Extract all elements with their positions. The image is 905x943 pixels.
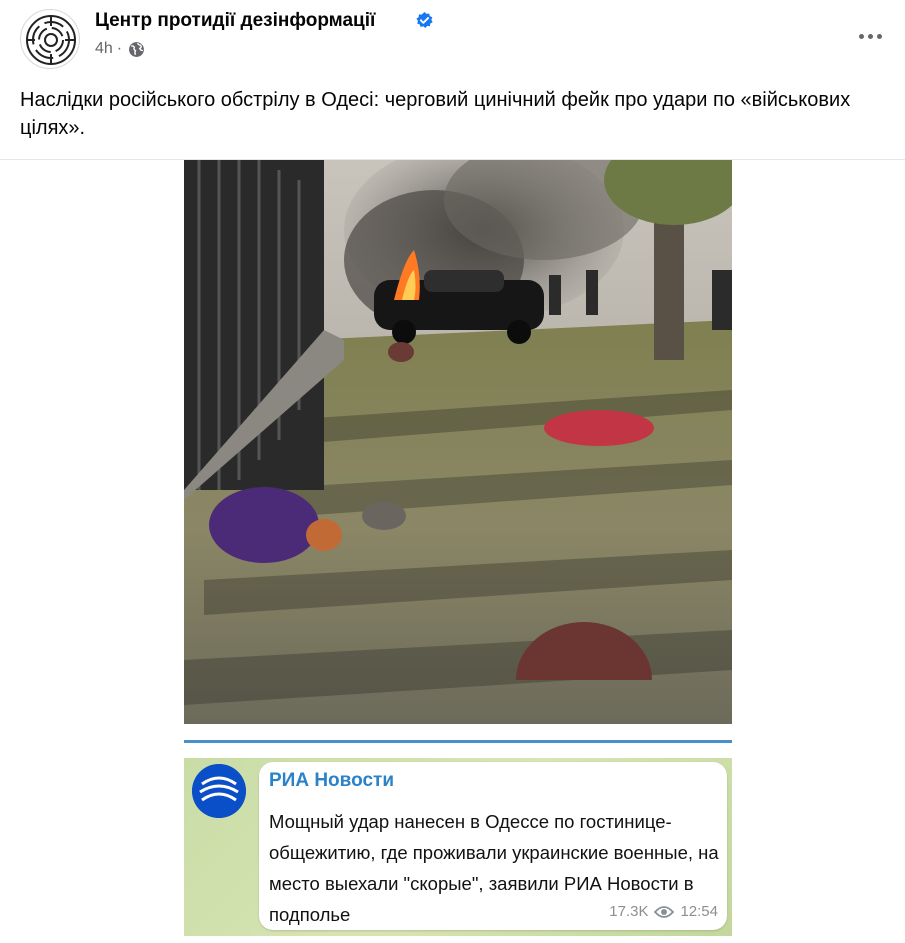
eye-icon — [654, 905, 675, 918]
page-avatar[interactable] — [20, 9, 80, 69]
telegram-channel-name: РИА Новости — [269, 770, 394, 791]
telegram-message-meta: 17.3K 12:54 — [609, 903, 718, 920]
post-text: Наслідки російського обстрілу в Одесі: ч… — [20, 89, 851, 139]
more-dot — [858, 33, 864, 39]
meta-separator: · — [116, 40, 123, 57]
post-header: Центр протидії дезінформації 4h · — [0, 0, 905, 80]
more-dot — [876, 33, 882, 39]
telegram-header-line — [184, 740, 732, 743]
street-scene-photo[interactable] — [184, 160, 732, 724]
more-options-button[interactable] — [855, 24, 885, 48]
globe-icon[interactable] — [128, 41, 145, 58]
post-meta: 4h · — [95, 40, 145, 58]
ria-novosti-logo-icon — [192, 764, 246, 818]
more-dot — [867, 33, 873, 39]
telegram-views: 17.3K — [609, 903, 649, 920]
verified-badge-icon — [416, 11, 433, 29]
page-name[interactable]: Центр протидії дезінформації — [95, 10, 375, 32]
telegram-time: 12:54 — [680, 903, 718, 920]
post-time[interactable]: 4h — [95, 40, 113, 58]
post-media[interactable]: РИА Новости Мощный удар нанесен в Одессе… — [184, 160, 732, 940]
